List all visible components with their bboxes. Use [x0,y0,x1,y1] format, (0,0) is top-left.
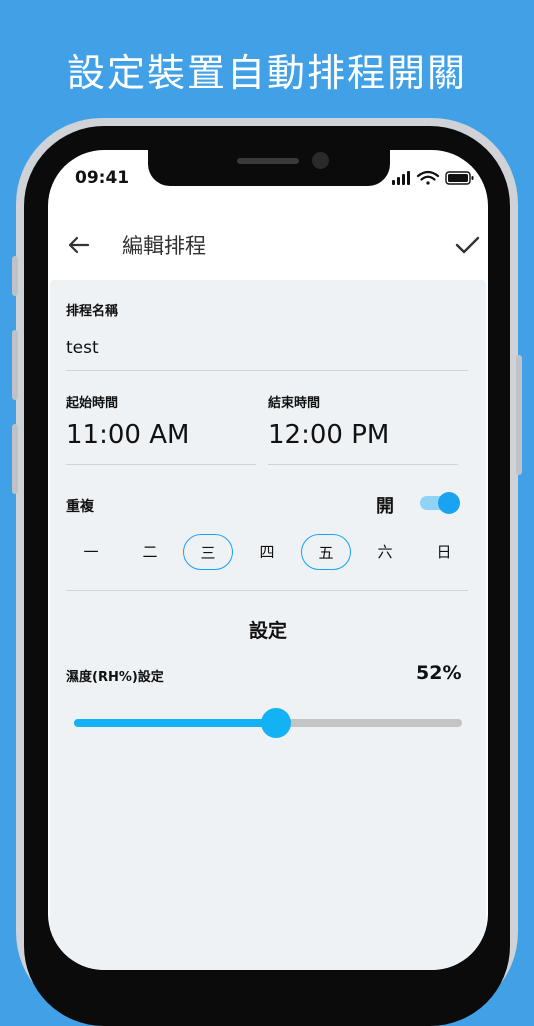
day-sat[interactable]: 六 [360,534,410,570]
phone-volume-down-button [12,424,18,494]
schedule-name-underline [66,370,468,371]
toggle-thumb [438,492,460,514]
battery-icon [445,171,474,185]
end-time-label: 結束時間 [268,396,321,411]
section-divider [66,590,468,591]
save-button[interactable] [452,230,482,260]
day-sun[interactable]: 日 [419,534,469,570]
arrow-left-icon [68,236,90,254]
start-time-field[interactable]: 11:00 AM [66,420,189,450]
start-time-underline [66,464,256,465]
signal-icon [392,171,410,185]
slider-thumb[interactable] [260,708,291,738]
repeat-toggle[interactable] [420,492,462,514]
page-title: 編輯排程 [122,234,206,258]
speaker [237,158,299,164]
humidity-slider[interactable] [74,708,462,738]
notch [148,150,390,186]
day-fri[interactable]: 五 [301,534,351,570]
phone-volume-up-button [12,330,18,400]
end-time-underline [268,464,458,465]
app-bar: 編輯排程 [48,214,488,276]
phone-power-button [516,355,522,475]
promo-headline: 設定裝置自動排程開關 [66,51,467,95]
status-icons [392,170,476,190]
humidity-value: 52% [416,662,462,684]
settings-title: 設定 [248,620,287,642]
day-mon[interactable]: 一 [66,534,116,570]
schedule-name-label: 排程名稱 [66,304,119,319]
status-time: 09:41 [75,168,130,188]
camera [312,152,329,169]
end-time-field[interactable]: 12:00 PM [268,420,389,450]
start-time-label: 起始時間 [66,396,119,411]
slider-fill [74,719,276,727]
wifi-icon [416,170,440,185]
check-icon [455,236,480,254]
phone-side-button [12,256,18,296]
humidity-label: 濕度(RH%)設定 [66,670,164,685]
back-button[interactable] [64,230,94,260]
repeat-label: 重複 [66,499,94,515]
schedule-name-input[interactable]: test [66,338,99,358]
schedule-form: 排程名稱 test 起始時間 11:00 AM 結束時間 12:00 PM 重複… [50,280,486,970]
day-thu[interactable]: 四 [242,534,292,570]
day-wed[interactable]: 三 [183,534,233,570]
day-tue[interactable]: 二 [125,534,175,570]
repeat-toggle-label: 開 [376,496,394,517]
phone-screen: 09:41 編輯排程 排程名稱 test 起始時間 11:00 AM 結束時間 … [48,150,488,970]
